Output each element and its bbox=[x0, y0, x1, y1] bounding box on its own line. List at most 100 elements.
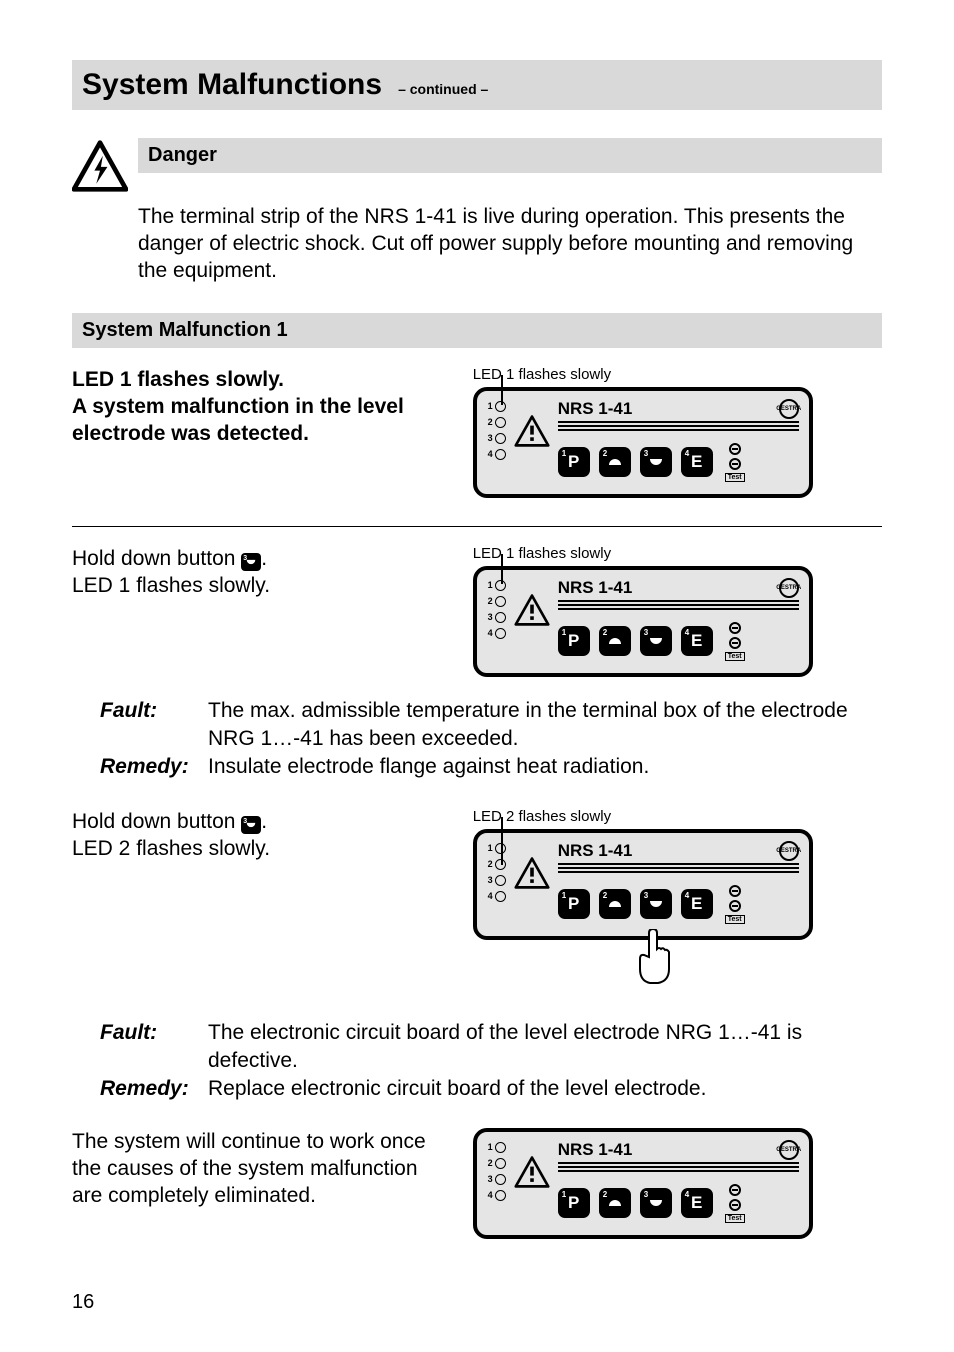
led-3-icon bbox=[495, 612, 506, 623]
pointer-line bbox=[501, 817, 503, 865]
lead-line-1: LED 1 flashes slowly. bbox=[72, 366, 453, 393]
arrow-up-icon bbox=[607, 897, 623, 911]
down-button[interactable]: 3 bbox=[640, 626, 672, 656]
led-2-icon bbox=[495, 596, 506, 607]
btn-sup: 4 bbox=[685, 449, 689, 458]
down-button-inline-icon: 3 bbox=[241, 816, 261, 834]
screw-slot-icon bbox=[729, 622, 741, 634]
continued-tag: – continued – bbox=[398, 81, 488, 97]
page-title: System Malfunctions bbox=[82, 68, 382, 102]
arrow-up-icon bbox=[607, 1196, 623, 1210]
triple-rule-icon bbox=[558, 421, 799, 433]
high-voltage-warning-icon bbox=[72, 138, 128, 194]
btn-sup: 3 bbox=[644, 891, 648, 900]
btn-sup: 1 bbox=[562, 891, 566, 900]
btn-label: P bbox=[568, 452, 579, 472]
warning-triangle-icon bbox=[514, 592, 550, 628]
btn-sup: 3 bbox=[644, 449, 648, 458]
btn-sup: 1 bbox=[562, 628, 566, 637]
down-button[interactable]: 3 bbox=[640, 1188, 672, 1218]
warning-triangle-icon bbox=[514, 1154, 550, 1190]
model-label: NRS 1-41 bbox=[558, 841, 633, 861]
led-column: 1 2 3 4 bbox=[485, 580, 506, 661]
led-number: 3 bbox=[485, 433, 493, 443]
test-label: Test bbox=[725, 473, 745, 482]
btn-sup: 4 bbox=[685, 628, 689, 637]
btn-label: P bbox=[568, 1193, 579, 1213]
up-button[interactable]: 2 bbox=[599, 1188, 631, 1218]
hand-press-icon bbox=[633, 929, 675, 985]
page-number: 16 bbox=[72, 1291, 94, 1314]
test-slot: Test bbox=[726, 885, 744, 924]
led-number: 3 bbox=[485, 1174, 493, 1184]
separator bbox=[72, 526, 882, 527]
panel-label: LED 1 flashes slowly bbox=[473, 545, 882, 562]
led-column: 1 2 3 4 bbox=[485, 401, 506, 482]
led-number: 3 bbox=[485, 612, 493, 622]
btn-sup: 2 bbox=[603, 891, 607, 900]
p-button[interactable]: 1P bbox=[558, 889, 590, 919]
test-slot: Test bbox=[726, 1184, 744, 1223]
device-panel: 1 2 3 4 NRS 1-41GESTRA 1P 2 3 4E bbox=[473, 829, 813, 940]
led-number: 4 bbox=[485, 628, 493, 638]
arrow-up-icon bbox=[607, 455, 623, 469]
fault-text: The electronic circuit board of the leve… bbox=[208, 1019, 882, 1076]
model-label: NRS 1-41 bbox=[558, 578, 633, 598]
pointer-line bbox=[501, 554, 503, 584]
up-button[interactable]: 2 bbox=[599, 447, 631, 477]
title-bar: System Malfunctions – continued – bbox=[72, 60, 882, 110]
remedy-label: Remedy: bbox=[100, 753, 208, 781]
danger-body: The terminal strip of the NRS 1-41 is li… bbox=[138, 204, 882, 285]
arrow-up-icon bbox=[607, 634, 623, 648]
model-label: NRS 1-41 bbox=[558, 399, 633, 419]
panel-label: LED 2 flashes slowly bbox=[473, 808, 882, 825]
e-button[interactable]: 4E bbox=[681, 1188, 713, 1218]
down-button[interactable]: 3 bbox=[640, 889, 672, 919]
screw-slot-icon bbox=[729, 637, 741, 649]
led-4-icon bbox=[495, 449, 506, 460]
triple-rule-icon bbox=[558, 1162, 799, 1174]
up-button[interactable]: 2 bbox=[599, 626, 631, 656]
down-button[interactable]: 3 bbox=[640, 447, 672, 477]
led-3-icon bbox=[495, 433, 506, 444]
section-heading: System Malfunction 1 bbox=[72, 313, 882, 348]
fault-label: Fault: bbox=[100, 697, 208, 754]
led-4-icon bbox=[495, 628, 506, 639]
danger-heading: Danger bbox=[138, 138, 882, 173]
p-button[interactable]: 1P bbox=[558, 1188, 590, 1218]
btn-sup: 4 bbox=[685, 1190, 689, 1199]
gestra-logo-icon: GESTRA bbox=[779, 1140, 799, 1160]
led-3-icon bbox=[495, 1174, 506, 1185]
led-2-icon bbox=[495, 1158, 506, 1169]
gestra-logo-icon: GESTRA bbox=[779, 578, 799, 598]
led-number: 4 bbox=[485, 449, 493, 459]
model-label: NRS 1-41 bbox=[558, 1140, 633, 1160]
device-panel: 1 2 3 4 NRS 1-41 GESTRA 1P bbox=[473, 387, 813, 498]
led-number: 2 bbox=[485, 417, 493, 427]
p-button[interactable]: 1P bbox=[558, 626, 590, 656]
lead-line-2: A system malfunction in the level electr… bbox=[72, 393, 453, 448]
arrow-down-icon bbox=[648, 897, 664, 911]
e-button[interactable]: 4E bbox=[681, 626, 713, 656]
instruction-line: Hold down button 3. bbox=[72, 545, 453, 572]
led-number: 4 bbox=[485, 1190, 493, 1200]
instruction-line: Hold down button 3. bbox=[72, 808, 453, 835]
p-button[interactable]: 1P bbox=[558, 447, 590, 477]
instruction-line-2: LED 2 flashes slowly. bbox=[72, 835, 453, 862]
led-number: 1 bbox=[485, 401, 493, 411]
e-button[interactable]: 4E bbox=[681, 447, 713, 477]
btn-label: E bbox=[691, 452, 702, 472]
up-button[interactable]: 2 bbox=[599, 889, 631, 919]
led-2-icon bbox=[495, 417, 506, 428]
warning-triangle-icon bbox=[514, 855, 550, 891]
btn-label: E bbox=[691, 894, 702, 914]
arrow-down-icon bbox=[648, 634, 664, 648]
gestra-logo-icon: GESTRA bbox=[779, 399, 799, 419]
led-column: 1 2 3 4 bbox=[485, 1142, 506, 1223]
screw-slot-icon bbox=[729, 1199, 741, 1211]
btn-sup: 1 bbox=[562, 449, 566, 458]
led-number: 2 bbox=[485, 596, 493, 606]
fault-label: Fault: bbox=[100, 1019, 208, 1076]
e-button[interactable]: 4E bbox=[681, 889, 713, 919]
triple-rule-icon bbox=[558, 863, 799, 875]
